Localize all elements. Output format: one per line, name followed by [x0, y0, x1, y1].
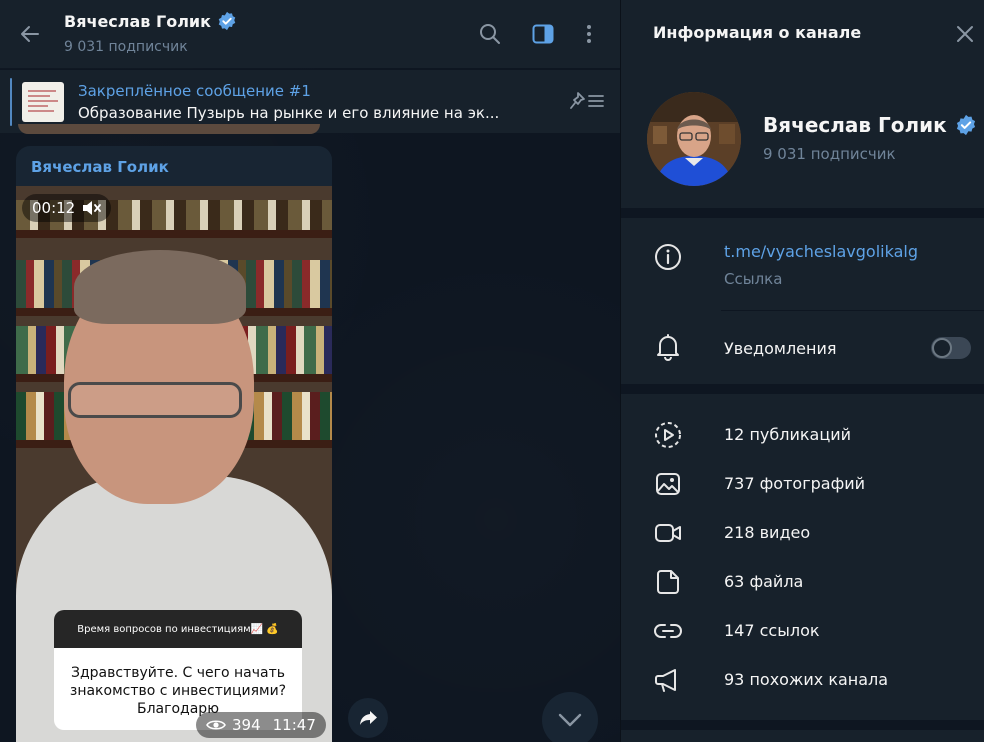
story-card-header: Время вопросов по инвестициям📈 💰: [54, 610, 302, 648]
pinned-thumbnail: [22, 82, 64, 122]
message-meta: 394 11:47: [196, 712, 326, 738]
search-icon: [480, 24, 500, 44]
media-section: 12 публикаций 737 фотографий 218 видео 6…: [621, 394, 984, 720]
view-count: 394: [232, 716, 261, 734]
chevron-down-icon: [558, 713, 582, 727]
channel-subscribers-count: 9 031 подписчик: [763, 145, 896, 163]
scroll-to-bottom-button[interactable]: [542, 692, 598, 742]
message-time: 11:47: [272, 716, 316, 734]
info-panel-title: Информация о канале: [653, 23, 862, 42]
close-info-button[interactable]: [953, 22, 977, 46]
info-details-section: t.me/vyacheslavgolikalg Ссылка Уведомлен…: [621, 218, 984, 495]
pin-list-icon: [570, 92, 604, 109]
sidebar-icon: [532, 24, 554, 44]
bell-icon: [653, 332, 683, 362]
video-icon: [653, 518, 683, 548]
channel-info-panel: Информация о канале Вячеслав Голик 9 031…: [620, 0, 984, 742]
bookshelf: [16, 230, 332, 238]
chat-header[interactable]: Вячеслав Голик 9 031 подписчик: [0, 0, 620, 68]
video-duration: 00:12: [32, 199, 76, 217]
muted-icon: [83, 201, 102, 215]
more-menu-button[interactable]: [575, 20, 603, 48]
share-button[interactable]: [348, 698, 388, 738]
info-header-section: Информация о канале Вячеслав Голик 9 031…: [621, 0, 984, 208]
video-message[interactable]: 00:12 Время вопросов по инвестициям📈 💰 З…: [16, 186, 332, 742]
media-row-similar-channels[interactable]: 93 похожих канала: [724, 670, 888, 689]
photo-icon: [653, 469, 683, 499]
info-icon: [653, 242, 683, 272]
share-icon: [360, 711, 377, 725]
media-row-posts[interactable]: 12 публикаций: [724, 425, 851, 444]
media-row-links[interactable]: 147 ссылок: [724, 621, 820, 640]
pinned-list-button[interactable]: [568, 88, 606, 114]
verified-icon: [956, 114, 975, 136]
section-divider: [721, 310, 984, 311]
channel-link[interactable]: t.me/vyacheslavgolikalg: [724, 242, 918, 261]
channel-link-caption: Ссылка: [724, 270, 783, 288]
video-duration-badge[interactable]: 00:12: [22, 194, 112, 222]
link-icon: [653, 616, 683, 646]
message-author[interactable]: Вячеслав Голик: [31, 158, 169, 176]
avatar-photo: [647, 92, 741, 186]
channel-name: Вячеслав Голик: [763, 113, 977, 137]
media-row-videos[interactable]: 218 видео: [724, 523, 810, 542]
story-card-question: Здравствуйте. С чего начать знакомство с…: [69, 665, 287, 717]
person-glasses: [68, 382, 242, 418]
media-row-files[interactable]: 63 файла: [724, 572, 803, 591]
verified-icon: [218, 11, 236, 31]
story-icon: [653, 420, 683, 450]
search-button[interactable]: [476, 20, 504, 48]
pinned-indicator: [10, 78, 12, 126]
toggle-info-panel-button[interactable]: [529, 20, 557, 48]
megaphone-icon: [653, 665, 683, 695]
media-row-photos[interactable]: 737 фотографий: [724, 474, 865, 493]
channel-avatar[interactable]: [647, 92, 741, 186]
file-icon: [653, 567, 683, 597]
pinned-text: Образование Пузырь на рынке и его влияни…: [78, 104, 500, 122]
toggle-knob: [932, 338, 952, 358]
notifications-label: Уведомления: [724, 339, 837, 358]
channel-subscribers: 9 031 подписчик: [64, 39, 188, 55]
previous-message-edge: [18, 124, 320, 134]
eye-icon: [206, 720, 226, 730]
back-button[interactable]: [16, 20, 44, 48]
channel-name-text: Вячеслав Голик: [763, 113, 947, 137]
arrow-left-icon: [21, 26, 39, 42]
pinned-label: Закреплённое сообщение #1: [78, 82, 311, 100]
message-bubble[interactable]: Вячеслав Голик 00:12 Время вопросов по и…: [16, 146, 332, 742]
person-hair: [74, 250, 246, 324]
chat-pane: Вячеслав Голик 9 031 подписчик Закреплён…: [0, 0, 620, 742]
notifications-toggle[interactable]: [931, 337, 971, 359]
channel-title-text: Вячеслав Голик: [64, 11, 211, 31]
channel-title[interactable]: Вячеслав Голик: [64, 11, 237, 31]
more-vertical-icon: [587, 25, 591, 43]
close-icon: [957, 26, 973, 42]
next-section-edge: [621, 730, 984, 742]
